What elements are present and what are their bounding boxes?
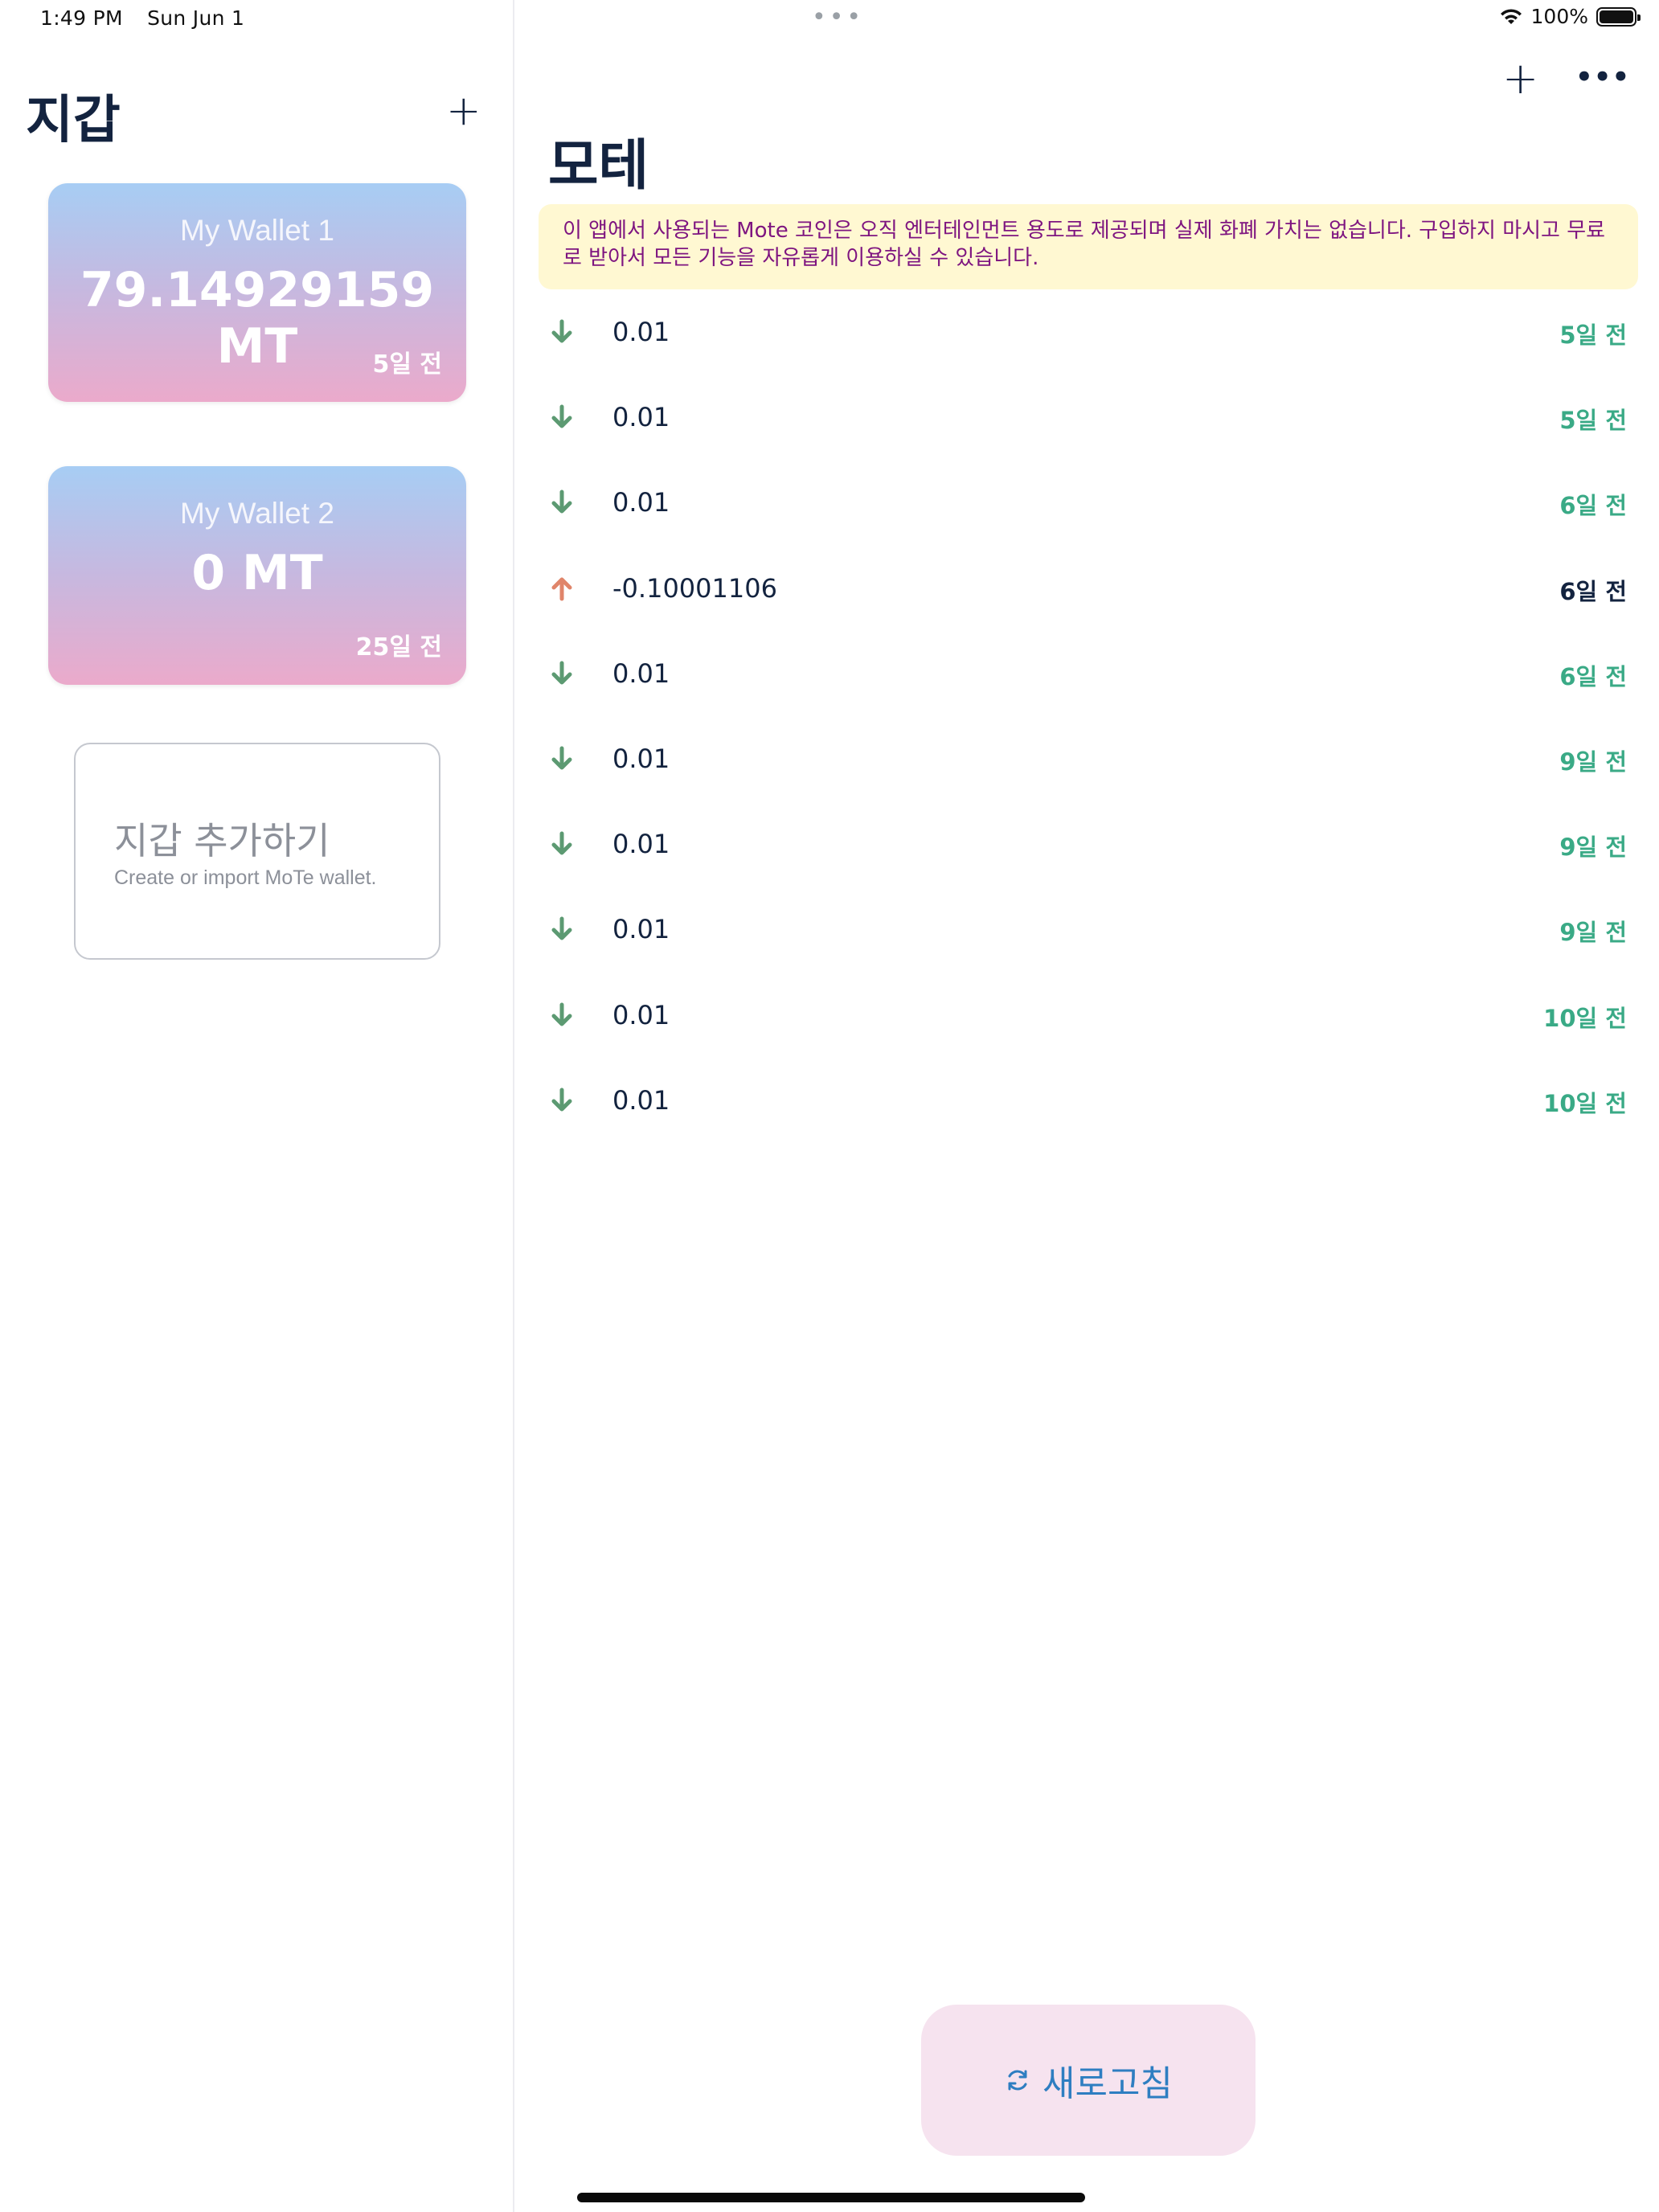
disclaimer-notice: 이 앱에서 사용되는 Mote 코인은 오직 엔터테인먼트 용도로 제공되며 실… bbox=[539, 204, 1638, 289]
more-ellipsis-icon[interactable]: ••• bbox=[1575, 61, 1630, 93]
transaction-amount: 0.01 bbox=[612, 743, 670, 774]
transaction-amount: 0.01 bbox=[612, 914, 670, 945]
arrow-down-icon bbox=[551, 404, 572, 428]
transaction-list: 0.01 5일 전 0.01 5일 전 0.01 6일 전 -0.1000110… bbox=[539, 291, 1638, 1145]
refresh-label: 새로고침 bbox=[1043, 2063, 1173, 2104]
transaction-row[interactable]: -0.10001106 6일 전 bbox=[539, 547, 1638, 633]
wallet-card-1[interactable]: My Wallet 1 79.14929159 MT 5일 전 bbox=[48, 183, 466, 402]
transaction-row[interactable]: 0.01 5일 전 bbox=[539, 291, 1638, 376]
sidebar: 지갑 + My Wallet 1 79.14929159 MT 5일 전 My … bbox=[0, 0, 514, 2212]
wallet-name: My Wallet 1 bbox=[180, 214, 334, 247]
transaction-time: 10일 전 bbox=[1543, 1089, 1627, 1117]
transaction-time: 6일 전 bbox=[1559, 662, 1627, 690]
transaction-time: 5일 전 bbox=[1559, 407, 1627, 435]
transaction-time: 9일 전 bbox=[1559, 748, 1627, 776]
transaction-time: 9일 전 bbox=[1559, 919, 1627, 947]
main-panel: + ••• 모테 이 앱에서 사용되는 Mote 코인은 오직 엔터테인먼트 용… bbox=[516, 0, 1659, 2212]
arrow-down-icon bbox=[551, 831, 572, 855]
transaction-row[interactable]: 0.01 9일 전 bbox=[539, 803, 1638, 888]
transaction-time: 9일 전 bbox=[1559, 834, 1627, 862]
page-title: 모테 bbox=[548, 134, 649, 198]
transaction-row[interactable]: 0.01 6일 전 bbox=[539, 461, 1638, 547]
add-wallet-subtitle: Create or import MoTe wallet. bbox=[114, 866, 377, 889]
transaction-time: 5일 전 bbox=[1559, 322, 1627, 349]
transaction-amount: 0.01 bbox=[612, 317, 670, 347]
transaction-time: 6일 전 bbox=[1559, 492, 1627, 520]
transaction-amount: 0.01 bbox=[612, 402, 670, 433]
transaction-amount: 0.01 bbox=[612, 999, 670, 1030]
arrow-down-icon bbox=[551, 490, 572, 514]
wallet-updated-time: 25일 전 bbox=[355, 633, 442, 662]
transaction-row[interactable]: 0.01 10일 전 bbox=[539, 974, 1638, 1059]
transaction-row[interactable]: 0.01 6일 전 bbox=[539, 633, 1638, 718]
wallet-balance: 0 MT bbox=[191, 545, 323, 601]
sidebar-title: 지갑 bbox=[26, 91, 121, 150]
transaction-amount: 0.01 bbox=[612, 1084, 670, 1116]
transaction-row[interactable]: 0.01 9일 전 bbox=[539, 888, 1638, 973]
arrow-down-icon bbox=[551, 319, 572, 343]
arrow-down-icon bbox=[551, 661, 572, 685]
transaction-row[interactable]: 0.01 9일 전 bbox=[539, 718, 1638, 803]
arrow-down-icon bbox=[551, 746, 572, 770]
arrow-down-icon bbox=[551, 1088, 572, 1112]
transaction-amount: 0.01 bbox=[612, 657, 670, 689]
transaction-amount: 0.01 bbox=[612, 487, 670, 518]
transaction-time: 10일 전 bbox=[1543, 1004, 1627, 1032]
wallet-name: My Wallet 2 bbox=[180, 497, 334, 530]
add-wallet-card[interactable]: 지갑 추가하기 Create or import MoTe wallet. bbox=[74, 743, 440, 960]
transaction-row[interactable]: 0.01 10일 전 bbox=[539, 1059, 1638, 1145]
add-plus-icon[interactable]: + bbox=[1502, 55, 1538, 103]
add-wallet-title: 지갑 추가하기 bbox=[114, 819, 330, 862]
refresh-button[interactable]: 새로고침 bbox=[921, 2005, 1256, 2156]
transaction-amount: 0.01 bbox=[612, 829, 670, 860]
transaction-amount: -0.10001106 bbox=[612, 572, 777, 604]
arrow-down-icon bbox=[551, 916, 572, 940]
wallet-card-2[interactable]: My Wallet 2 0 MT 25일 전 bbox=[48, 466, 466, 685]
wallet-updated-time: 5일 전 bbox=[372, 350, 442, 379]
arrow-down-icon bbox=[551, 1002, 572, 1026]
refresh-icon bbox=[1008, 2070, 1027, 2091]
transaction-row[interactable]: 0.01 5일 전 bbox=[539, 376, 1638, 461]
add-wallet-plus-icon[interactable]: + bbox=[446, 87, 481, 135]
home-indicator[interactable] bbox=[577, 2193, 1085, 2202]
transaction-time: 6일 전 bbox=[1559, 577, 1627, 605]
arrow-up-icon bbox=[551, 577, 572, 601]
